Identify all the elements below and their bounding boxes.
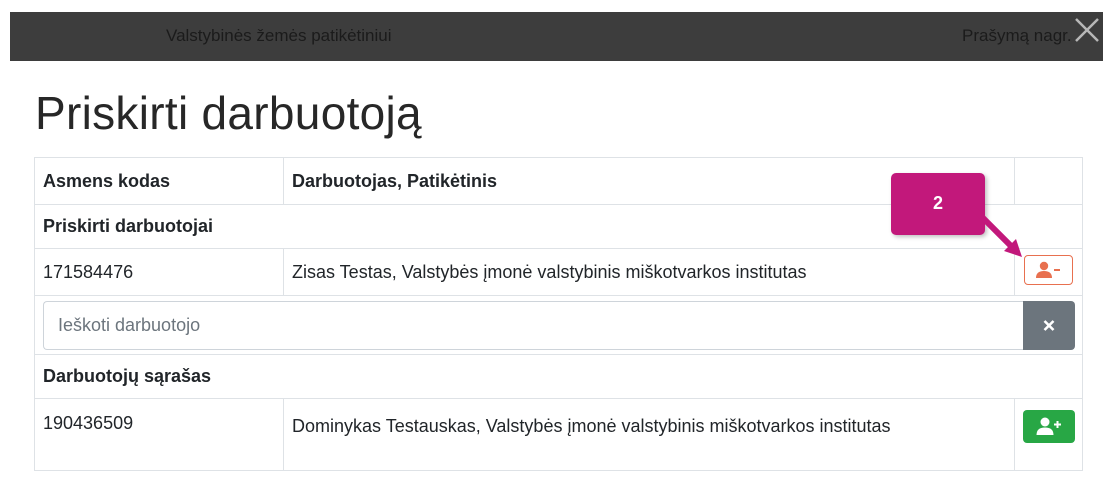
user-minus-icon	[1036, 261, 1060, 278]
search-input[interactable]	[43, 300, 1023, 350]
user-plus-icon	[1036, 417, 1061, 435]
list-code: 190436509	[34, 398, 284, 471]
annotation-number: 2	[932, 193, 943, 213]
assigned-name: Zisas Testas, Valstybės įmonė valstybini…	[283, 248, 1015, 296]
clear-search-button[interactable]	[1023, 300, 1075, 350]
section-row-list: Darbuotojų sąrašas	[34, 354, 1083, 399]
search-row	[34, 295, 1083, 355]
list-name: Dominykas Testauskas, Valstybės įmonė va…	[283, 398, 1015, 471]
remove-employee-button[interactable]	[1024, 254, 1073, 285]
modal-header-bar: Valstybinės žemės patikėtiniui Prašymą n…	[10, 12, 1103, 61]
search-cell	[34, 295, 1083, 355]
column-header-actions	[1014, 157, 1083, 205]
times-icon	[1043, 319, 1055, 331]
table-row: 171584476 Zisas Testas, Valstybės įmonė …	[34, 248, 1083, 296]
add-employee-button[interactable]	[1023, 410, 1075, 443]
assigned-code: 171584476	[34, 248, 284, 296]
section-title-list: Darbuotojų sąrašas	[34, 354, 1083, 399]
close-icon	[1075, 18, 1099, 42]
annotation-callout: 2	[891, 173, 985, 235]
list-actions	[1014, 398, 1083, 471]
close-button[interactable]	[1071, 14, 1103, 46]
header-right-text: Prašymą nagr.	[962, 26, 1072, 45]
assigned-actions	[1014, 248, 1083, 296]
table-row: 190436509 Dominykas Testauskas, Valstybė…	[34, 398, 1083, 471]
header-left-text: Valstybinės žemės patikėtiniui	[166, 26, 392, 45]
column-header-code: Asmens kodas	[34, 157, 284, 205]
search-group	[43, 300, 1076, 350]
page-title: Priskirti darbuotoją	[35, 87, 422, 139]
